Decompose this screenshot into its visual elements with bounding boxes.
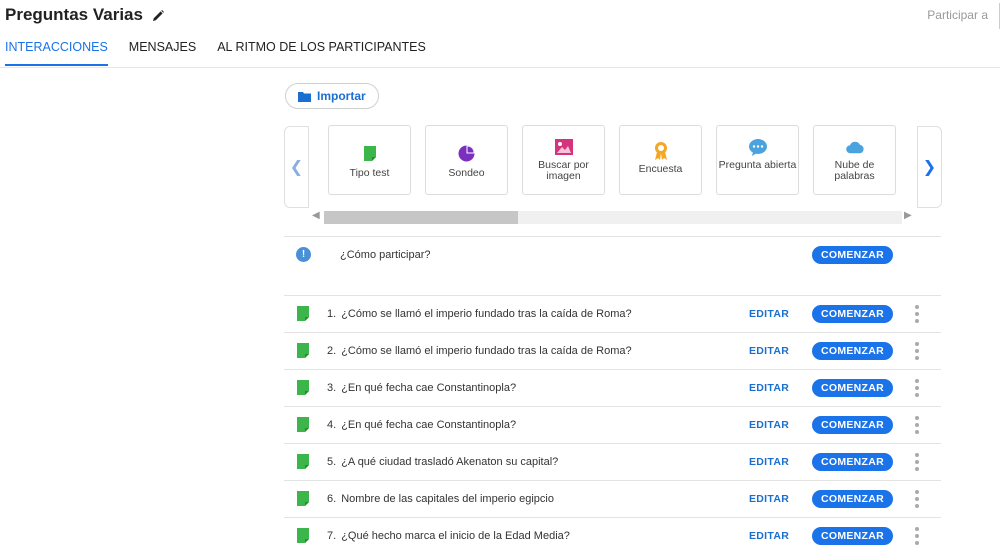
card-label: Encuesta	[638, 163, 683, 175]
survey-icon	[652, 142, 670, 160]
quiz-icon	[297, 380, 309, 395]
card-label: Nube de palabras	[834, 159, 875, 182]
row-divider	[284, 443, 941, 444]
question-number: 2.	[327, 345, 337, 357]
more-options-icon[interactable]	[914, 416, 919, 434]
question-text: 4. ¿En qué fecha cae Constantinopla?	[327, 419, 516, 431]
tab-al-ritmo[interactable]: AL RITMO DE LOS PARTICIPANTES	[217, 40, 426, 66]
quiz-icon	[361, 144, 379, 162]
quiz-icon	[297, 306, 309, 321]
more-options-icon[interactable]	[914, 379, 919, 397]
question-label: ¿En qué fecha cae Constantinopla?	[341, 382, 517, 394]
carousel-scrollbar[interactable]: ◀ ▶	[310, 209, 915, 224]
chevron-left-icon: ❮	[289, 159, 304, 176]
tab-bar: INTERACCIONES MENSAJES AL RITMO DE LOS P…	[5, 40, 426, 66]
quiz-icon	[297, 491, 309, 506]
chevron-right-icon: ❯	[922, 159, 937, 176]
card-nube-palabras[interactable]: Nube de palabras	[813, 125, 896, 195]
image-search-icon	[554, 138, 573, 156]
edit-button[interactable]: EDITAR	[749, 530, 789, 542]
activity-carousel: ❮ Tipo test Sondeo Buscar por imagen Enc…	[284, 124, 942, 210]
question-label: ¿En qué fecha cae Constantinopla?	[341, 419, 517, 431]
import-button[interactable]: Importar	[285, 83, 379, 109]
open-question-icon	[748, 138, 767, 156]
question-number: 4.	[327, 419, 337, 431]
quiz-icon	[297, 528, 309, 543]
question-label: ¿Cómo se llamó el imperio fundado tras l…	[341, 345, 632, 357]
question-number: 5.	[327, 456, 337, 468]
start-button[interactable]: COMENZAR	[812, 490, 893, 508]
row-divider	[284, 332, 941, 333]
folder-icon	[298, 91, 311, 102]
card-label: Tipo test	[349, 167, 390, 179]
divider	[284, 295, 941, 296]
card-buscar-imagen[interactable]: Buscar por imagen	[522, 125, 605, 195]
divider	[284, 236, 941, 237]
start-button[interactable]: COMENZAR	[812, 416, 893, 434]
card-encuesta[interactable]: Encuesta	[619, 125, 702, 195]
pencil-icon[interactable]	[151, 8, 165, 22]
quiz-icon	[297, 343, 309, 358]
carousel-next-button[interactable]: ❯	[917, 126, 942, 208]
page-title-text: Preguntas Varias	[5, 5, 143, 24]
import-label: Importar	[317, 89, 366, 103]
row-divider	[284, 517, 941, 518]
more-options-icon[interactable]	[914, 453, 919, 471]
start-button[interactable]: COMENZAR	[812, 305, 893, 323]
card-label: Pregunta abierta	[718, 159, 797, 171]
question-label: ¿Qué hecho marca el inicio de la Edad Me…	[341, 530, 570, 542]
edit-button[interactable]: EDITAR	[749, 345, 789, 357]
card-tipo-test[interactable]: Tipo test	[328, 125, 411, 195]
start-button[interactable]: COMENZAR	[812, 379, 893, 397]
question-text: 1. ¿Cómo se llamó el imperio fundado tras…	[327, 308, 632, 320]
question-text: 3. ¿En qué fecha cae Constantinopla?	[327, 382, 516, 394]
scroll-left-icon[interactable]: ◀	[312, 210, 320, 221]
question-label: Nombre de las capitales del imperio egip…	[341, 493, 554, 505]
info-icon: !	[296, 247, 311, 262]
card-sondeo[interactable]: Sondeo	[425, 125, 508, 195]
start-how-to-button[interactable]: COMENZAR	[812, 246, 893, 264]
tab-interacciones[interactable]: INTERACCIONES	[5, 40, 108, 66]
edit-button[interactable]: EDITAR	[749, 456, 789, 468]
scroll-right-icon[interactable]: ▶	[904, 210, 912, 221]
page-header: Preguntas Varias Participar a INTERACCIO…	[0, 0, 1000, 68]
poll-icon	[458, 144, 476, 162]
word-cloud-icon	[845, 138, 864, 156]
question-number: 6.	[327, 493, 337, 505]
row-divider	[284, 406, 941, 407]
more-options-icon[interactable]	[914, 490, 919, 508]
question-number: 3.	[327, 382, 337, 394]
card-label: Sondeo	[448, 167, 485, 179]
question-text: 5. ¿A qué ciudad trasladó Akenaton su cap…	[327, 456, 558, 468]
row-divider	[284, 480, 941, 481]
more-options-icon[interactable]	[914, 527, 919, 545]
start-button[interactable]: COMENZAR	[812, 527, 893, 545]
start-button[interactable]: COMENZAR	[812, 342, 893, 360]
question-text: 6. Nombre de las capitales del imperio eg…	[327, 493, 554, 505]
scrollbar-thumb[interactable]	[324, 211, 518, 224]
question-number: 1.	[327, 308, 337, 320]
question-text: 7. ¿Qué hecho marca el inicio de la Edad …	[327, 530, 570, 542]
edit-button[interactable]: EDITAR	[749, 493, 789, 505]
edit-button[interactable]: EDITAR	[749, 419, 789, 431]
how-to-participate-text: ¿Cómo participar?	[340, 249, 431, 261]
participate-link[interactable]: Participar a	[927, 8, 988, 22]
question-label: ¿A qué ciudad trasladó Akenaton su capit…	[341, 456, 559, 468]
start-button[interactable]: COMENZAR	[812, 453, 893, 471]
card-label: Buscar por imagen	[538, 159, 589, 182]
quiz-icon	[297, 454, 309, 469]
card-pregunta-abierta[interactable]: Pregunta abierta	[716, 125, 799, 195]
carousel-prev-button[interactable]: ❮	[284, 126, 309, 208]
edit-button[interactable]: EDITAR	[749, 308, 789, 320]
quiz-icon	[297, 417, 309, 432]
page-title: Preguntas Varias	[5, 5, 165, 25]
question-label: ¿Cómo se llamó el imperio fundado tras l…	[341, 308, 632, 320]
row-divider	[284, 369, 941, 370]
more-options-icon[interactable]	[914, 342, 919, 360]
question-text: 2. ¿Cómo se llamó el imperio fundado tras…	[327, 345, 632, 357]
edit-button[interactable]: EDITAR	[749, 382, 789, 394]
question-number: 7.	[327, 530, 337, 542]
tab-mensajes[interactable]: MENSAJES	[129, 40, 196, 66]
more-options-icon[interactable]	[914, 305, 919, 323]
